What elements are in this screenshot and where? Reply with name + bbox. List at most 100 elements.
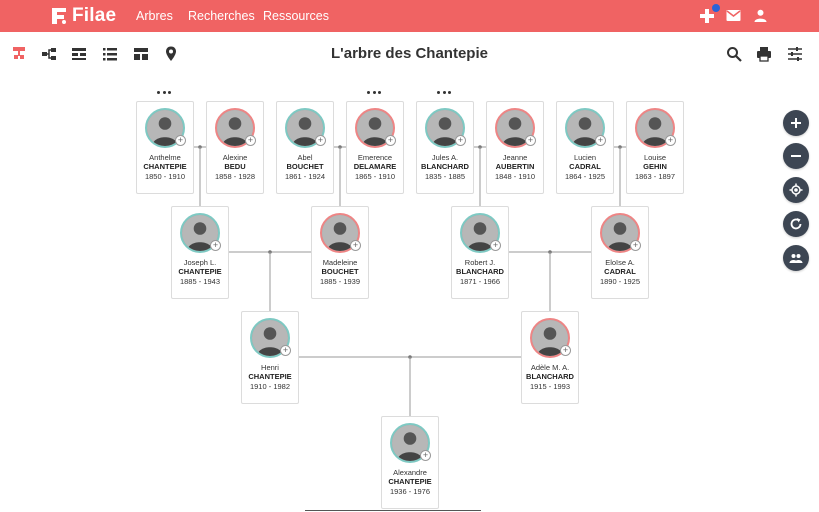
person-surname: GEHIN [643,162,667,171]
person-dates: 1910 - 1982 [249,382,291,391]
person-card[interactable]: + Anthelme CHANTEPIE 1850 - 1910 [136,101,194,194]
person-card[interactable]: + Jeanne AUBERTIN 1848 - 1910 [486,101,544,194]
person-first-name: Alexine [222,153,248,162]
person-surname: DELAMARE [353,162,397,171]
person-dates: 1885 - 1943 [179,277,221,286]
add-relative-icon[interactable]: + [280,345,291,356]
person-first-name: Joseph L. [183,258,217,267]
person-first-name: Robert J. [464,258,496,267]
person-dates: 1861 - 1924 [284,172,326,181]
person-first-name: Lucien [573,153,597,162]
refresh-button[interactable] [783,211,809,237]
person-dates: 1936 - 1976 [389,487,431,496]
person-dates: 1890 - 1925 [599,277,641,286]
add-relative-icon[interactable]: + [455,135,466,146]
add-relative-icon[interactable]: + [630,240,641,251]
person-card[interactable]: + Eloïse A. CADRAL 1890 - 1925 [591,206,649,299]
person-card[interactable]: + Louise GEHIN 1863 - 1897 [626,101,684,194]
nav-recherches[interactable]: Recherches [188,9,255,23]
person-first-name: Louise [643,153,667,162]
union-dot [618,145,622,149]
person-surname: CADRAL [604,267,636,276]
nav-ressources[interactable]: Ressources [263,9,329,23]
person-dates: 1865 - 1910 [354,172,396,181]
person-card[interactable]: + Emerence DELAMARE 1865 - 1910 [346,101,404,194]
print-icon[interactable] [755,45,773,63]
person-card[interactable]: + Lucien CADRAL 1864 - 1925 [556,101,614,194]
filae-logo-icon [52,8,66,24]
union-dot [198,145,202,149]
person-card[interactable]: + Abel BOUCHET 1861 - 1924 [276,101,334,194]
person-surname: CADRAL [569,162,601,171]
union-dot [408,355,412,359]
person-surname: CHANTEPIE [248,372,292,381]
person-dates: 1863 - 1897 [634,172,676,181]
people-button[interactable] [783,245,809,271]
add-relative-icon[interactable]: + [665,135,676,146]
notification-badge [712,4,720,12]
zoom-in-icon [791,118,801,128]
more-ancestors-indicator[interactable] [157,89,171,95]
person-surname: BLANCHARD [456,267,504,276]
add-relative-icon[interactable]: + [560,345,571,356]
nav-arbres[interactable]: Arbres [136,9,173,23]
add-relative-icon[interactable]: + [315,135,326,146]
person-first-name: Jeanne [502,153,528,162]
add-relative-icon[interactable]: + [420,450,431,461]
person-card[interactable]: + Robert J. BLANCHARD 1871 - 1966 [451,206,509,299]
person-dates: 1850 - 1910 [144,172,186,181]
union-dot [548,250,552,254]
person-first-name: Eloïse A. [605,258,635,267]
person-dates: 1835 - 1885 [424,172,466,181]
person-card[interactable]: + Henri CHANTEPIE 1910 - 1982 [241,311,299,404]
add-relative-icon[interactable]: + [490,240,501,251]
zoom-out-icon [791,155,801,157]
union-dot [338,145,342,149]
mail-icon[interactable] [726,9,741,22]
add-relative-icon[interactable]: + [175,135,186,146]
add-relative-icon[interactable]: + [210,240,221,251]
person-surname: BOUCHET [321,267,359,276]
person-surname: BEDU [224,162,246,171]
center-button[interactable] [783,177,809,203]
add-relative-icon[interactable]: + [385,135,396,146]
person-card[interactable]: + Madeleine BOUCHET 1885 - 1939 [311,206,369,299]
add-relative-icon[interactable]: + [245,135,256,146]
zoom-in-button[interactable] [783,110,809,136]
page-title: L'arbre des Chantepie [331,45,488,62]
person-dates: 1858 - 1928 [214,172,256,181]
zoom-out-button[interactable] [783,143,809,169]
person-card[interactable]: + Adèle M. A. BLANCHARD 1915 - 1993 [521,311,579,404]
person-dates: 1885 - 1939 [319,277,361,286]
person-card[interactable]: + Jules A. BLANCHARD 1835 - 1885 [416,101,474,194]
add-relative-icon[interactable]: + [595,135,606,146]
person-first-name: Emerence [357,153,393,162]
person-surname: CHANTEPIE [388,477,432,486]
center-icon [789,183,803,197]
union-dot [268,250,272,254]
person-surname: BOUCHET [286,162,324,171]
person-surname: BLANCHARD [526,372,574,381]
brand-name: Filae [72,5,117,26]
person-card[interactable]: + Joseph L. CHANTEPIE 1885 - 1943 [171,206,229,299]
person-surname: AUBERTIN [495,162,535,171]
more-ancestors-indicator[interactable] [367,89,381,95]
search-icon[interactable] [725,45,743,63]
bottom-divider [305,510,481,511]
person-first-name: Abel [297,153,313,162]
person-first-name: Adèle M. A. [530,363,570,372]
settings-sliders-icon[interactable] [786,45,804,63]
person-surname: CHANTEPIE [178,267,222,276]
person-dates: 1864 - 1925 [564,172,606,181]
add-relative-icon[interactable]: + [525,135,536,146]
add-relative-icon[interactable]: + [350,240,361,251]
person-first-name: Alexandre [393,468,427,477]
filae-logo[interactable]: Filae [50,5,116,27]
person-surname: BLANCHARD [421,162,469,171]
user-account-icon[interactable] [754,9,767,22]
person-card[interactable]: + Alexandre CHANTEPIE 1936 - 1976 [381,416,439,509]
more-ancestors-indicator[interactable] [437,89,451,95]
app-root: { "header": { "brand": "Filae", "nav": [… [0,0,819,512]
person-first-name: Anthelme [149,153,181,162]
person-card[interactable]: + Alexine BEDU 1858 - 1928 [206,101,264,194]
